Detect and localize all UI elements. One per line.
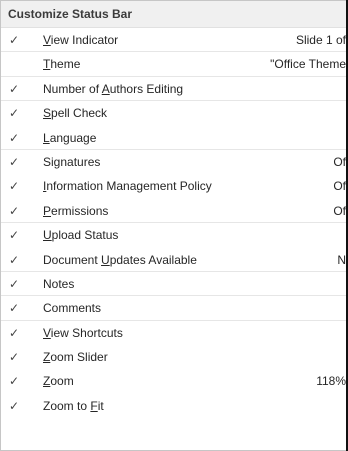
menu-item-value: Of — [333, 203, 346, 218]
checkmark-icon: ✓ — [8, 228, 20, 243]
menu-item-label: Information Management Policy — [43, 179, 212, 194]
menu-item-label: Comments — [43, 301, 102, 316]
menu-item-label: Zoom to Fit — [43, 398, 104, 413]
menu-item-value: N — [337, 252, 346, 267]
menu-item-information-management-policy[interactable]: ✓ Information Management Policy Of — [1, 174, 346, 198]
menu-item-label: Theme — [43, 57, 81, 72]
menu-item-value: 118% — [316, 374, 346, 389]
checkmark-icon: ✓ — [8, 179, 20, 194]
menu-item-label: Spell Check — [43, 106, 108, 121]
menu-title: Customize Status Bar — [1, 1, 346, 28]
menu-item-label: View Indicator — [43, 33, 119, 47]
menu-item-value: "Office Theme — [270, 57, 346, 72]
checkmark-icon: ✓ — [8, 252, 20, 267]
menu-item-label: Permissions — [43, 203, 109, 218]
menu-item-document-updates-available[interactable]: ✓ Document Updates Available N — [1, 248, 346, 272]
menu-item-zoom-slider[interactable]: ✓ Zoom Slider — [1, 345, 346, 369]
menu-item-label: Document Updates Available — [43, 252, 197, 267]
menu-item-label: Upload Status — [43, 228, 119, 243]
menu-item-label: Zoom — [43, 374, 74, 389]
menu-item-value: Slide 1 of — [295, 33, 346, 47]
checkmark-icon: ✓ — [8, 276, 20, 291]
menu-item-value: Of — [333, 154, 346, 169]
checkmark-icon: ✓ — [8, 33, 20, 47]
menu-item-zoom[interactable]: ✓ Zoom 118% — [1, 369, 346, 393]
menu-item-zoom-to-fit[interactable]: ✓ Zoom to Fit — [1, 394, 346, 418]
menu-item-signatures[interactable]: ✓ Signatures Of — [1, 150, 346, 174]
menu-item-permissions[interactable]: ✓ Permissions Of — [1, 199, 346, 224]
menu-item-value: Of — [333, 179, 346, 194]
menu-item-label: View Shortcuts — [43, 325, 123, 340]
menu-item-label: Number of Authors Editing — [43, 81, 184, 96]
customize-status-bar-menu: Customize Status Bar ✓ View Indicator Sl… — [0, 0, 346, 451]
menu-item-view-shortcuts[interactable]: ✓ View Shortcuts — [1, 321, 346, 345]
checkmark-icon: ✓ — [8, 398, 20, 413]
checkmark-icon: ✓ — [8, 203, 20, 218]
checkmark-icon: ✓ — [8, 374, 20, 389]
menu-item-notes[interactable]: ✓ Notes — [1, 272, 346, 297]
checkmark-icon: ✓ — [8, 350, 20, 365]
menu-item-authors-editing[interactable]: ✓ Number of Authors Editing — [1, 77, 346, 102]
menu-item-label: Language — [43, 130, 97, 145]
menu-item-label: Notes — [43, 276, 75, 291]
checkmark-icon: ✓ — [8, 301, 20, 316]
menu-item-spell-check[interactable]: ✓ Spell Check — [1, 101, 346, 125]
menu-item-label: Zoom Slider — [43, 350, 108, 365]
menu-item-language[interactable]: ✓ Language — [1, 126, 346, 150]
menu-item-label: Signatures — [43, 154, 101, 169]
checkmark-icon: ✓ — [8, 81, 20, 96]
menu-item-upload-status[interactable]: ✓ Upload Status — [1, 223, 346, 247]
menu-item-theme[interactable]: Theme "Office Theme — [1, 52, 346, 77]
checkmark-icon: ✓ — [8, 154, 20, 169]
checkmark-icon: ✓ — [8, 106, 20, 121]
menu-item-comments[interactable]: ✓ Comments — [1, 296, 346, 321]
checkmark-icon: ✓ — [8, 130, 20, 145]
checkmark-icon: ✓ — [8, 325, 20, 340]
menu-item-view-indicator[interactable]: ✓ View Indicator Slide 1 of — [1, 28, 346, 53]
